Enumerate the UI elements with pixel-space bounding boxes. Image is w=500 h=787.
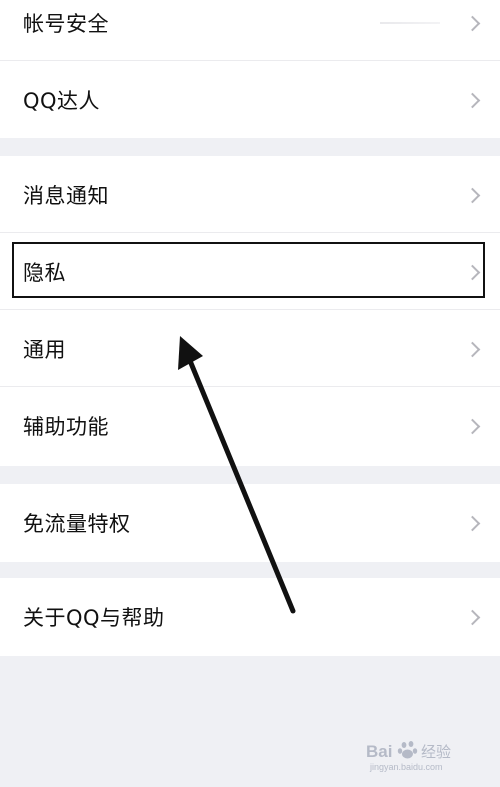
chevron-right-icon: [464, 15, 481, 31]
settings-item-label: 免流量特权: [23, 511, 131, 536]
settings-item-qq-daren[interactable]: QQ达人: [0, 61, 500, 138]
settings-item-label: 消息通知: [23, 183, 109, 208]
settings-item-label: 通用: [23, 337, 66, 362]
settings-item-label: 隐私: [23, 260, 66, 285]
chevron-right-icon: [464, 264, 481, 280]
svg-text:jingyan.baidu.com: jingyan.baidu.com: [369, 762, 443, 772]
chevron-right-icon: [464, 609, 481, 625]
baidu-watermark: Bai 经验 jingyan.baidu.com: [366, 737, 488, 773]
settings-item-label: 辅助功能: [23, 414, 109, 439]
settings-group-general: 消息通知 隐私 通用 辅助功能: [0, 156, 500, 466]
account-value-placeholder: [380, 21, 440, 24]
settings-group-account: 帐号安全 QQ达人: [0, 0, 500, 138]
chevron-right-icon: [464, 515, 481, 531]
chevron-right-icon: [464, 341, 481, 357]
settings-item-account-security[interactable]: 帐号安全: [0, 0, 500, 61]
settings-item-general[interactable]: 通用: [0, 310, 500, 387]
svg-text:经验: 经验: [421, 743, 451, 761]
settings-item-about-help[interactable]: 关于QQ与帮助: [0, 578, 500, 655]
chevron-right-icon: [464, 187, 481, 203]
chevron-right-icon: [464, 418, 481, 434]
settings-group-data-plan: 免流量特权: [0, 484, 500, 562]
settings-item-accessibility[interactable]: 辅助功能: [0, 387, 500, 464]
settings-item-message-notification[interactable]: 消息通知: [0, 156, 500, 233]
settings-item-label: 关于QQ与帮助: [23, 605, 165, 630]
baidu-paw-icon: Bai 经验 jingyan.baidu.com: [366, 741, 451, 772]
svg-text:Bai: Bai: [366, 742, 392, 761]
settings-item-label: QQ达人: [23, 88, 101, 113]
settings-group-about: 关于QQ与帮助: [0, 578, 500, 656]
settings-item-free-data-privilege[interactable]: 免流量特权: [0, 484, 500, 561]
settings-item-privacy[interactable]: 隐私: [0, 233, 500, 310]
chevron-right-icon: [464, 92, 481, 108]
settings-item-label: 帐号安全: [23, 11, 109, 36]
